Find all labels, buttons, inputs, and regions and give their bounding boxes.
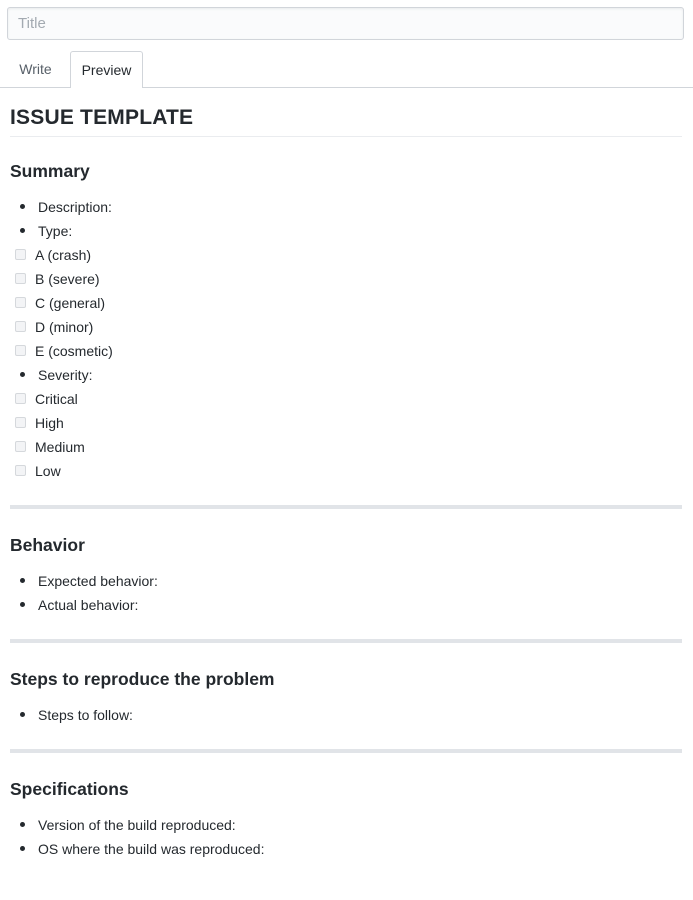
list-item: Version of the build reproduced: <box>10 813 682 837</box>
list-item-label: Actual behavior: <box>38 597 139 613</box>
specifications-list: Version of the build reproduced: OS wher… <box>10 813 682 861</box>
checkbox-label: Critical <box>35 391 78 407</box>
list-item-label: Severity: <box>38 367 93 383</box>
checkbox[interactable] <box>15 345 26 356</box>
list-item: Type: A (crash) B (severe) C (general) D… <box>10 219 682 363</box>
checkbox-label: Low <box>35 463 61 479</box>
section-title-behavior: Behavior <box>10 535 85 555</box>
checkbox[interactable] <box>15 441 26 452</box>
list-item: Steps to follow: <box>10 703 682 727</box>
behavior-list: Expected behavior: Actual behavior: <box>10 569 682 617</box>
checkbox[interactable] <box>15 417 26 428</box>
list-item-label: Expected behavior: <box>38 573 158 589</box>
list-item-label: Version of the build reproduced: <box>38 817 236 833</box>
document-heading: ISSUE TEMPLATE <box>10 104 682 137</box>
checkbox-item[interactable]: Critical <box>10 387 682 411</box>
checkbox-item[interactable]: B (severe) <box>10 267 682 291</box>
section-title-specifications: Specifications <box>10 779 129 799</box>
checkbox-item[interactable]: E (cosmetic) <box>10 339 682 363</box>
checkbox[interactable] <box>15 465 26 476</box>
tab-preview[interactable]: Preview <box>70 51 143 88</box>
section-divider <box>10 505 682 509</box>
checkbox[interactable] <box>15 297 26 308</box>
steps-list: Steps to follow: <box>10 703 682 727</box>
type-checkbox-list: A (crash) B (severe) C (general) D (mino… <box>10 243 682 363</box>
section-title-steps: Steps to reproduce the problem <box>10 669 275 689</box>
list-item-label: Type: <box>38 223 73 239</box>
title-input[interactable] <box>7 7 684 40</box>
checkbox-label: High <box>35 415 64 431</box>
checkbox-item[interactable]: Medium <box>10 435 682 459</box>
list-item: Severity: Critical High Medium Low <box>10 363 682 483</box>
preview-content: ISSUE TEMPLATE Summary Description: Type… <box>10 88 682 861</box>
summary-list: Description: Type: A (crash) B (severe) … <box>10 195 682 483</box>
checkbox-label: C (general) <box>35 295 106 311</box>
checkbox-item[interactable]: A (crash) <box>10 243 682 267</box>
section-divider <box>10 639 682 643</box>
checkbox-label: A (crash) <box>35 247 92 263</box>
tab-write[interactable]: Write <box>7 51 64 88</box>
section-divider <box>10 749 682 753</box>
checkbox-item[interactable]: Low <box>10 459 682 483</box>
list-item: Expected behavior: <box>10 569 682 593</box>
editor-tabs: Write Preview <box>0 51 693 88</box>
checkbox[interactable] <box>15 273 26 284</box>
section-title-summary: Summary <box>10 161 90 181</box>
list-item-label: Steps to follow: <box>38 707 133 723</box>
list-item: Actual behavior: <box>10 593 682 617</box>
list-item: OS where the build was reproduced: <box>10 837 682 861</box>
checkbox-item[interactable]: C (general) <box>10 291 682 315</box>
list-item: Description: <box>10 195 682 219</box>
list-item-label: OS where the build was reproduced: <box>38 841 265 857</box>
checkbox[interactable] <box>15 321 26 332</box>
list-item-label: Description: <box>38 199 112 215</box>
checkbox-item[interactable]: D (minor) <box>10 315 682 339</box>
checkbox-label: B (severe) <box>35 271 100 287</box>
checkbox-label: E (cosmetic) <box>35 343 113 359</box>
severity-checkbox-list: Critical High Medium Low <box>10 387 682 483</box>
checkbox[interactable] <box>15 393 26 404</box>
checkbox-label: D (minor) <box>35 319 94 335</box>
checkbox-label: Medium <box>35 439 85 455</box>
checkbox-item[interactable]: High <box>10 411 682 435</box>
checkbox[interactable] <box>15 249 26 260</box>
